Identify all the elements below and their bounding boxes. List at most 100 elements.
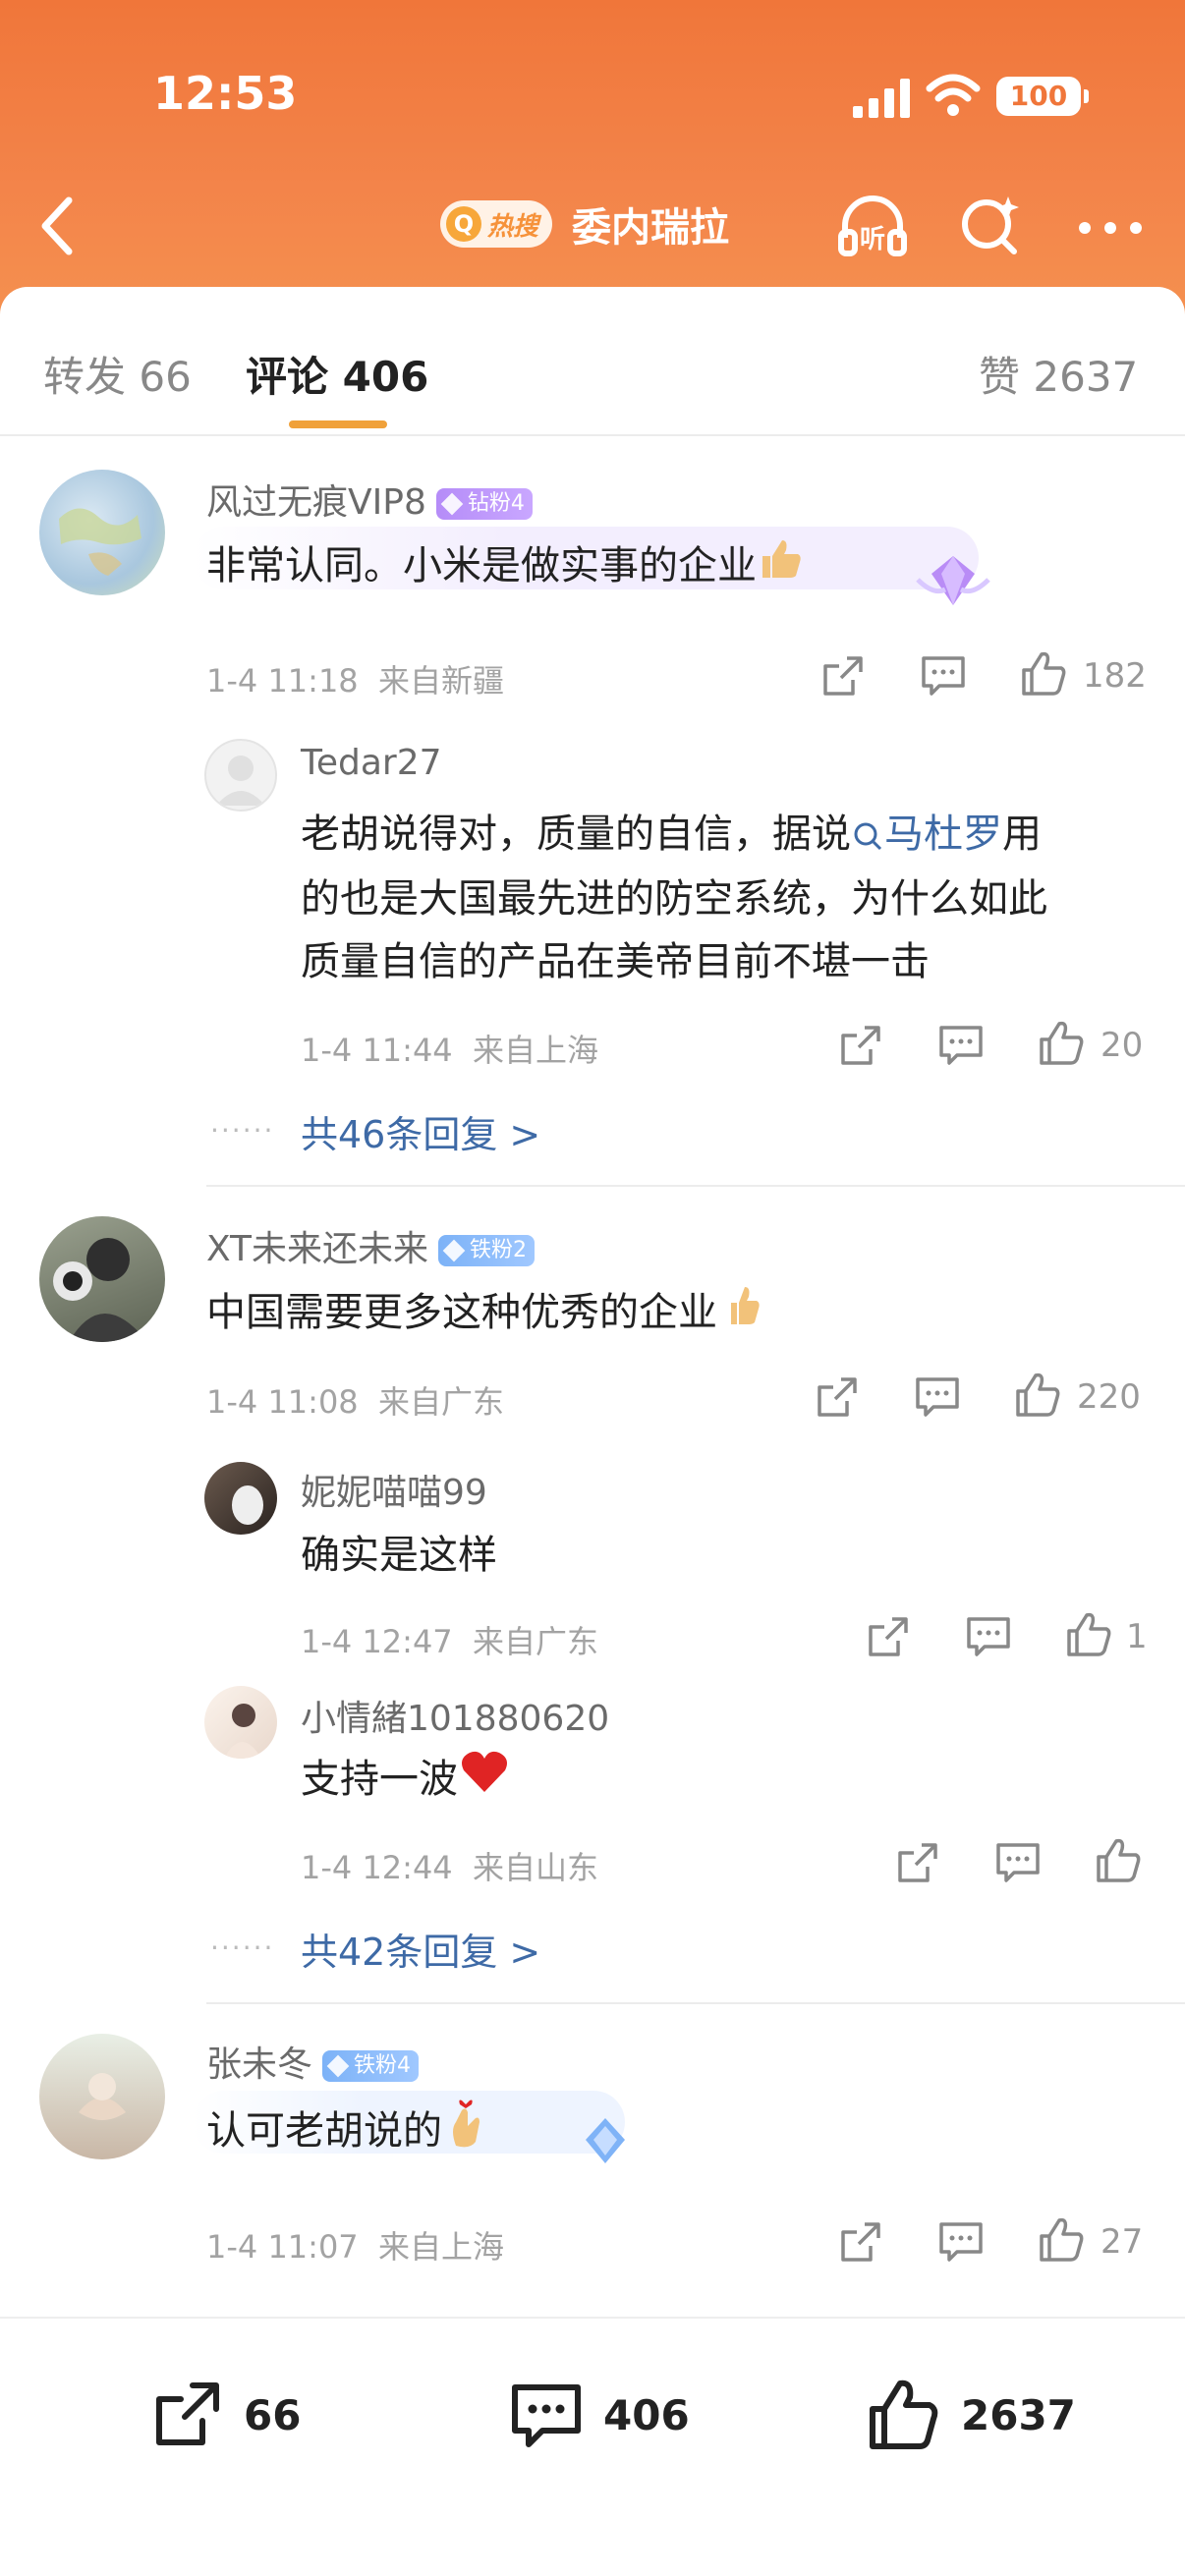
diamond-ornament-icon	[586, 2118, 625, 2163]
reply-meta: 1-4 12:47 来自广东	[301, 1617, 598, 1662]
battery-indicator: 100	[996, 77, 1089, 116]
avatar[interactable]	[204, 739, 277, 812]
like-icon[interactable]	[1018, 648, 1069, 700]
like-icon[interactable]	[1012, 1370, 1063, 1421]
hands-avatar-icon	[79, 2073, 126, 2120]
bottom-action-bar: 66 406 2637	[0, 2317, 1185, 2576]
hot-search-icon: Q	[446, 206, 481, 242]
svg-text:听: 听	[860, 225, 885, 254]
share-icon[interactable]	[835, 2216, 886, 2268]
like-icon[interactable]	[1036, 1018, 1087, 1069]
topic-title-group[interactable]: Q 热搜 委内瑞拉	[440, 198, 729, 251]
share-icon[interactable]	[892, 1837, 943, 1888]
comment-text: 中国需要更多这种优秀的企业	[206, 1281, 766, 1348]
world-map-avatar-icon	[59, 508, 141, 576]
reply-icon[interactable]	[963, 1611, 1014, 1662]
cat-avatar-icon	[232, 1485, 263, 1525]
reply-icon[interactable]	[912, 1372, 963, 1423]
tab-like-label: 赞	[979, 353, 1021, 401]
more-replies-link[interactable]: 共46条回复 >	[301, 1104, 540, 1158]
topic-link[interactable]: 马杜罗	[851, 812, 1002, 857]
comment-meta: 1-4 11:08 来自广东	[206, 1377, 504, 1423]
search-icon[interactable]	[951, 187, 1030, 265]
listen-headphones-icon[interactable]: 听	[833, 187, 912, 265]
like-icon[interactable]	[1036, 2214, 1087, 2266]
username-text: 风过无痕VIP8	[206, 482, 426, 523]
reply-icon[interactable]	[935, 1020, 987, 1071]
avatar[interactable]	[204, 1686, 277, 1759]
repost-button[interactable]: 66	[147, 2366, 301, 2464]
comment-location: 来自广东	[378, 1383, 505, 1421]
comment-divider	[206, 1185, 1185, 1187]
share-icon[interactable]	[863, 1611, 914, 1662]
hot-search-label: 热搜	[487, 211, 539, 242]
comment-location: 来自上海	[378, 2228, 505, 2266]
like-thumb-icon	[870, 2380, 938, 2449]
share-icon[interactable]	[818, 650, 869, 701]
tab-like[interactable]: 赞 2637	[979, 344, 1138, 404]
avatar[interactable]	[39, 1216, 165, 1342]
girl-avatar-icon	[224, 1704, 261, 1759]
reply-location: 来自山东	[473, 1849, 599, 1886]
username-text: XT未来还未来	[206, 1229, 429, 1269]
thumbs-up-emoji-icon	[757, 534, 806, 601]
reply-meta: 1-4 11:44 来自上海	[301, 1026, 598, 1071]
reply-time: 1-4 12:47	[301, 1623, 453, 1660]
reply-text-line: 的也是大国最先进的防空系统，为什么如此	[301, 876, 1047, 922]
reply-username[interactable]: Tedar27	[301, 743, 442, 783]
comment-text-content: 认可老胡说的	[206, 2108, 442, 2154]
avatar[interactable]	[39, 2034, 165, 2159]
avatar[interactable]	[39, 470, 165, 595]
person-avatar-icon	[53, 1238, 147, 1342]
hot-search-tag: Q 热搜	[440, 200, 553, 248]
comment-username[interactable]: XT未来还未来 铁粉2	[206, 1220, 536, 1271]
default-user-icon	[216, 756, 265, 806]
comment-text-content: 中国需要更多这种优秀的企业	[206, 1290, 717, 1335]
reply-icon[interactable]	[918, 650, 969, 701]
comment-icon	[512, 2384, 581, 2447]
back-arrow-icon[interactable]	[29, 187, 88, 265]
like-icon[interactable]	[1063, 1609, 1114, 1660]
like-count: 27	[1100, 2222, 1144, 2262]
reply-location: 来自广东	[473, 1623, 599, 1660]
reply-icon[interactable]	[935, 2216, 987, 2268]
like-count: 182	[1083, 656, 1147, 696]
comment-username[interactable]: 张未冬 铁粉4	[206, 2036, 420, 2087]
diamond-icon	[440, 492, 464, 516]
active-tab-indicator	[289, 420, 387, 428]
reply-time: 1-4 11:44	[301, 1032, 453, 1069]
reply-username[interactable]: 小情緒101880620	[301, 1690, 609, 1741]
tab-comment[interactable]: 评论 406	[246, 344, 428, 404]
fan-badge[interactable]: 铁粉4	[322, 2050, 420, 2082]
comment-time: 1-4 11:07	[206, 2228, 359, 2266]
reply-time: 1-4 12:44	[301, 1849, 453, 1886]
tab-like-count: 2637	[1033, 353, 1139, 401]
comments-panel: 转发 66 评论 406 赞 2637	[0, 287, 1185, 2576]
comment-username[interactable]: 风过无痕VIP8 钻粉4	[206, 474, 533, 525]
more-replies-dots: ······	[210, 1932, 275, 1964]
avatar[interactable]	[204, 1462, 277, 1535]
tab-comment-count: 406	[342, 353, 429, 401]
like-icon[interactable]	[1093, 1835, 1144, 1886]
reply-text-part: 用	[1002, 812, 1042, 857]
comment-button[interactable]: 406	[507, 2366, 690, 2464]
wifi-icon	[926, 74, 981, 116]
comment-meta: 1-4 11:18 来自新疆	[206, 656, 504, 701]
reply-location: 来自上海	[473, 1032, 599, 1069]
share-icon[interactable]	[835, 1020, 886, 1071]
tab-repost[interactable]: 转发 66	[43, 344, 192, 404]
reply-meta: 1-4 12:44 来自山东	[301, 1843, 598, 1888]
more-replies-link[interactable]: 共42条回复 >	[301, 1922, 540, 1976]
like-count: 1	[1126, 1617, 1148, 1656]
comment-time: 1-4 11:18	[206, 662, 359, 700]
reply-text: 支持一波	[301, 1749, 511, 1814]
fan-badge[interactable]: 铁粉2	[438, 1235, 536, 1266]
share-icon[interactable]	[812, 1372, 863, 1423]
like-count: 220	[1077, 1377, 1141, 1417]
fan-badge[interactable]: 钻粉4	[435, 488, 533, 520]
status-time: 12:53	[153, 67, 298, 120]
like-button[interactable]: 2637	[865, 2366, 1076, 2464]
reply-icon[interactable]	[992, 1837, 1044, 1888]
reply-username[interactable]: 妮妮喵喵99	[301, 1464, 487, 1515]
more-options-icon[interactable]	[1071, 187, 1150, 265]
